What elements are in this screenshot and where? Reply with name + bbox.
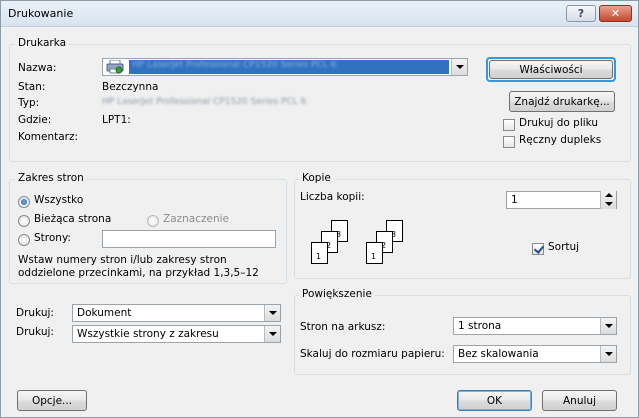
printer-type-value: HP LaserJet Professional CP1520 Series P… [102,97,307,107]
printer-where-value: LPT1: [102,114,131,126]
print-what-value: Dokument [77,307,132,319]
collate-label[interactable]: Sortuj [548,241,579,253]
print-what-select[interactable]: Dokument [72,304,281,322]
range-selection-label: Zaznaczenie [163,213,230,225]
pages-per-sheet-label: Stron na arkusz: [300,321,386,333]
printer-status-value: Bezczynna [102,81,159,93]
printer-name-value: HP LaserJet Professional CP1520 Series P… [132,60,337,70]
printer-icon [106,59,124,74]
copies-count-input[interactable]: 1 [506,191,617,209]
close-icon: ✕ [610,7,621,20]
range-current-label[interactable]: Bieżąca strona [34,213,111,225]
printer-comment-label: Komentarz: [18,131,79,143]
options-button[interactable]: Opcje... [17,390,87,411]
scale-select[interactable]: Bez skalowania [453,345,617,363]
zoom-group-label: Powiększenie [299,288,375,300]
copies-group-label: Kopie [299,172,334,184]
range-all-radio[interactable] [18,196,30,208]
find-printer-button-label: Znajdź drukarkę... [514,95,610,108]
properties-button-label: Właściwości [519,63,583,76]
manual-duplex-checkbox[interactable] [503,136,515,148]
pages-per-sheet-value: 1 strona [458,320,502,332]
options-button-label: Opcje... [31,394,73,407]
printer-name-highlight: HP LaserJet Professional CP1520 Series P… [129,60,449,74]
copies-count-label: Liczba kopii: [300,191,365,203]
help-icon: ? [577,7,585,20]
collate-page-icon: 1 [366,242,383,264]
chevron-down-icon[interactable] [264,326,280,342]
collate-checkbox[interactable] [532,243,544,255]
cancel-button-label: Anuluj [563,394,596,407]
printer-name-label: Nazwa: [18,62,57,74]
range-pages-label[interactable]: Strony: [34,232,71,244]
range-current-radio[interactable] [18,215,30,227]
range-all-label[interactable]: Wszystko [34,194,83,206]
collate-page-icon: 1 [311,242,328,264]
copies-spinner-icon[interactable] [600,191,616,209]
scale-value: Bez skalowania [458,348,539,360]
range-pages-radio[interactable] [18,234,30,246]
printer-group-label: Drukarka [15,37,70,49]
window-title: Drukowanie [8,7,74,20]
chevron-down-icon[interactable] [264,305,280,321]
properties-button[interactable]: Właściwości [489,60,613,79]
chevron-down-icon[interactable] [600,346,616,362]
range-hint-line2: oddzielone przecinkami, na przykład 1,3,… [18,267,259,279]
page-range-group-label: Zakres stron [15,172,87,184]
copies-count-value: 1 [511,194,518,206]
manual-duplex-label[interactable]: Ręczny dupleks [519,134,601,146]
find-printer-button[interactable]: Znajdź drukarkę... [509,91,615,112]
range-selection-radio [147,215,159,227]
printer-name-select[interactable]: HP LaserJet Professional CP1520 Series P… [102,58,468,76]
scale-label: Skaluj do rozmiaru papieru: [300,348,445,360]
ok-button[interactable]: OK [457,390,532,411]
range-hint-line1: Wstaw numery stron i/lub zakresy stron [18,254,227,266]
chevron-down-icon[interactable] [451,59,467,75]
print-what-label: Drukuj: [16,307,54,319]
title-bar: Drukowanie ? ✕ [1,1,638,27]
print-to-file-label[interactable]: Drukuj do pliku [519,117,598,129]
print-pages-select[interactable]: Wszystkie strony z zakresu [72,325,281,343]
print-pages-value: Wszystkie strony z zakresu [77,328,219,340]
printer-where-label: Gdzie: [18,114,52,126]
pages-input[interactable] [102,230,276,248]
pages-per-sheet-select[interactable]: 1 strona [453,317,617,335]
print-pages-label: Drukuj: [16,326,54,338]
print-dialog: Drukowanie ? ✕ Drukarka Nazwa: HP LaserJ… [0,0,639,418]
help-button[interactable]: ? [566,5,596,22]
chevron-down-icon[interactable] [600,318,616,334]
close-button[interactable]: ✕ [599,5,632,22]
zoom-group [294,295,631,375]
ok-button-label: OK [486,394,503,407]
print-to-file-checkbox[interactable] [503,119,515,131]
printer-status-label: Stan: [18,81,46,93]
printer-type-label: Typ: [18,97,40,109]
cancel-button[interactable]: Anuluj [542,390,617,411]
